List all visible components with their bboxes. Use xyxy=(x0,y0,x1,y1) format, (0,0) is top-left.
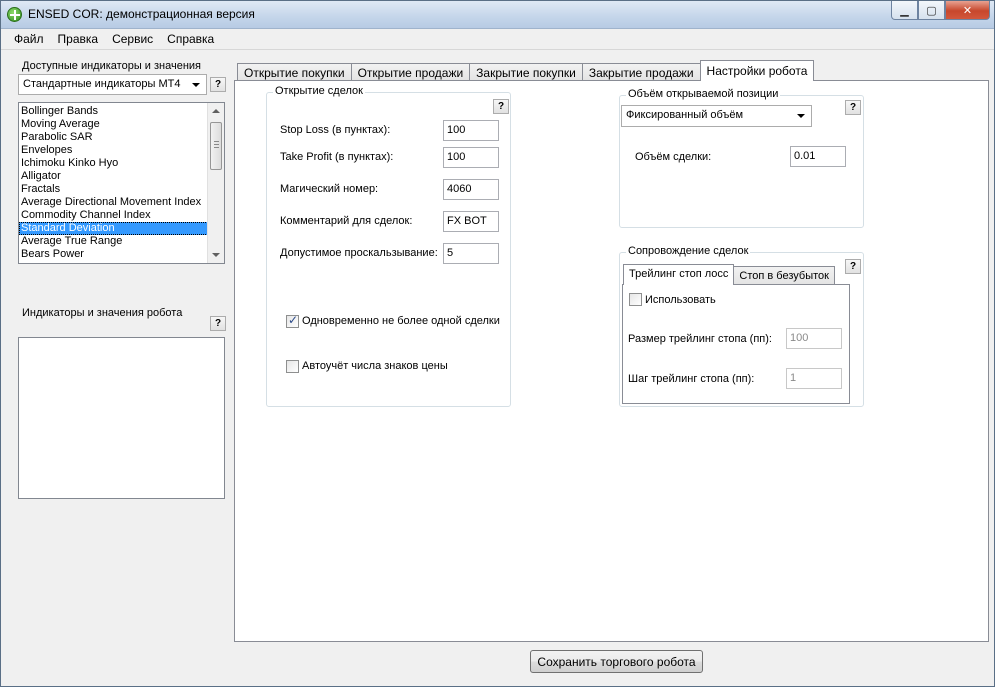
robot-help-button[interactable]: ? xyxy=(210,316,226,331)
list-item[interactable]: Fractals xyxy=(19,183,224,196)
chevron-down-icon xyxy=(797,114,805,118)
minimize-button[interactable]: ▁ xyxy=(891,1,918,20)
indicator-list[interactable]: Bollinger Bands Moving Average Parabolic S… xyxy=(18,102,225,264)
stop-loss-label: Stop Loss (в пунктах): xyxy=(280,124,391,136)
volume-group: Объём открываемой позиции ? Фиксированны… xyxy=(619,88,864,228)
list-item[interactable]: Bollinger Bands xyxy=(19,105,224,118)
menu-service[interactable]: Сервис xyxy=(105,30,160,48)
trailing-stop-page: Использовать Размер трейлинг стопа (пп):… xyxy=(622,284,850,404)
list-item[interactable]: Parabolic SAR xyxy=(19,131,224,144)
tracking-tabs: Трейлинг стоп лосс Стоп в безубыток xyxy=(623,264,835,285)
magic-number-label: Магический номер: xyxy=(280,183,379,195)
title-bar[interactable]: ENSED COR: демонстрационная версия ▁ ▢ ✕ xyxy=(1,1,994,29)
slippage-label: Допустимое проскальзывание: xyxy=(280,247,438,259)
minimize-icon: ▁ xyxy=(900,4,909,17)
slippage-input[interactable]: 5 xyxy=(443,243,499,264)
indicator-set-value: Стандартные индикаторы МТ4 xyxy=(23,78,181,90)
close-icon: ✕ xyxy=(962,4,973,17)
use-trailing-checkbox[interactable] xyxy=(629,293,642,306)
menu-edit[interactable]: Правка xyxy=(51,30,106,48)
save-robot-button[interactable]: Сохранить торгового робота xyxy=(530,650,703,673)
menu-file[interactable]: Файл xyxy=(7,30,51,48)
maximize-icon: ▢ xyxy=(926,4,937,17)
lot-input[interactable]: 0.01 xyxy=(790,146,846,167)
trailing-step-label: Шаг трейлинг стопа (пп): xyxy=(628,373,755,385)
list-item[interactable]: Envelopes xyxy=(19,144,224,157)
tracking-help-button[interactable]: ? xyxy=(845,259,861,274)
volume-legend: Объём открываемой позиции xyxy=(626,88,781,100)
take-profit-label: Take Profit (в пунктах): xyxy=(280,151,394,163)
take-profit-input[interactable]: 100 xyxy=(443,147,499,168)
magic-number-input[interactable]: 4060 xyxy=(443,179,499,200)
tab-robot-settings[interactable]: Настройки робота xyxy=(699,60,815,81)
list-item[interactable]: Bears Power xyxy=(19,248,224,261)
auto-digits-checkbox[interactable] xyxy=(286,360,299,373)
use-trailing-label[interactable]: Использовать xyxy=(645,294,716,306)
tab-breakeven-stop[interactable]: Стоп в безубыток xyxy=(733,266,835,285)
volume-mode-select[interactable]: Фиксированный объём xyxy=(621,105,812,127)
tab-trailing-stop[interactable]: Трейлинг стоп лосс xyxy=(623,264,735,285)
indicator-list-scrollbar[interactable] xyxy=(207,103,224,263)
one-trade-checkbox[interactable] xyxy=(286,313,299,328)
volume-help-button[interactable]: ? xyxy=(845,100,861,115)
comment-label: Комментарий для сделок: xyxy=(280,215,413,227)
list-item[interactable]: Standard Deviation xyxy=(19,222,224,235)
menu-bar: Файл Правка Сервис Справка xyxy=(1,29,994,50)
tracking-legend: Сопровождение сделок xyxy=(626,245,751,257)
tab-buy-close[interactable]: Закрытие покупки xyxy=(469,63,583,81)
chevron-down-icon xyxy=(192,83,200,87)
list-item[interactable]: Moving Average xyxy=(19,118,224,131)
close-button[interactable]: ✕ xyxy=(945,1,990,20)
one-trade-label[interactable]: Одновременно не более одной сделки xyxy=(302,315,500,327)
maximize-button[interactable]: ▢ xyxy=(918,1,945,20)
list-item[interactable]: Average True Range xyxy=(19,235,224,248)
robot-indicators-label: Индикаторы и значения робота xyxy=(22,307,183,319)
tab-sell-open[interactable]: Открытие продажи xyxy=(350,63,471,81)
indicator-set-select[interactable]: Стандартные индикаторы МТ4 xyxy=(18,74,207,95)
available-indicators-label: Доступные индикаторы и значения xyxy=(22,60,202,72)
opening-legend: Открытие сделок xyxy=(273,85,365,97)
scroll-down-icon[interactable] xyxy=(212,253,220,257)
auto-digits-label[interactable]: Автоучёт числа знаков цены xyxy=(302,360,448,372)
volume-mode-value: Фиксированный объём xyxy=(626,109,744,121)
trailing-size-label: Размер трейлинг стопа (пп): xyxy=(628,333,772,345)
tracking-group: Сопровождение сделок ? Трейлинг стоп лос… xyxy=(619,245,864,407)
tab-sell-close[interactable]: Закрытие продажи xyxy=(581,63,701,81)
scroll-up-icon[interactable] xyxy=(212,109,220,113)
tab-buy-open[interactable]: Открытие покупки xyxy=(237,63,352,81)
trailing-size-input[interactable]: 100 xyxy=(786,328,842,349)
robot-indicator-list[interactable] xyxy=(18,337,225,499)
list-item[interactable]: Ichimoku Kinko Hyo xyxy=(19,157,224,170)
robot-settings-page: Открытие сделок ? Stop Loss (в пунктах):… xyxy=(234,80,989,642)
window-title: ENSED COR: демонстрационная версия xyxy=(28,7,255,21)
list-item[interactable]: Commodity Channel Index xyxy=(19,209,224,222)
app-plus-icon xyxy=(7,7,22,22)
stop-loss-input[interactable]: 100 xyxy=(443,120,499,141)
opening-group: Открытие сделок ? Stop Loss (в пунктах):… xyxy=(266,85,511,407)
opening-help-button[interactable]: ? xyxy=(493,99,509,114)
list-item[interactable]: Alligator xyxy=(19,170,224,183)
lot-label: Объём сделки: xyxy=(635,151,712,163)
trailing-step-input[interactable]: 1 xyxy=(786,368,842,389)
available-help-button[interactable]: ? xyxy=(210,77,226,92)
scroll-thumb[interactable] xyxy=(210,122,222,170)
menu-help[interactable]: Справка xyxy=(160,30,221,48)
app-window: ENSED COR: демонстрационная версия ▁ ▢ ✕… xyxy=(0,0,995,687)
comment-input[interactable]: FX BOT xyxy=(443,211,499,232)
list-item[interactable]: Average Directional Movement Index xyxy=(19,196,224,209)
main-tabs: Открытие покупки Открытие продажи Закрыт… xyxy=(237,60,815,81)
